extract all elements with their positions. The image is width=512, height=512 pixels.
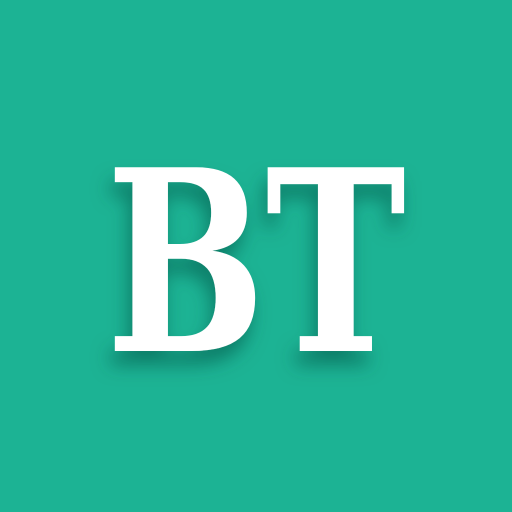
app-icon-canvas: BT — [0, 0, 512, 512]
monogram-text: BT — [106, 115, 406, 411]
app-icon: BT — [0, 0, 512, 512]
